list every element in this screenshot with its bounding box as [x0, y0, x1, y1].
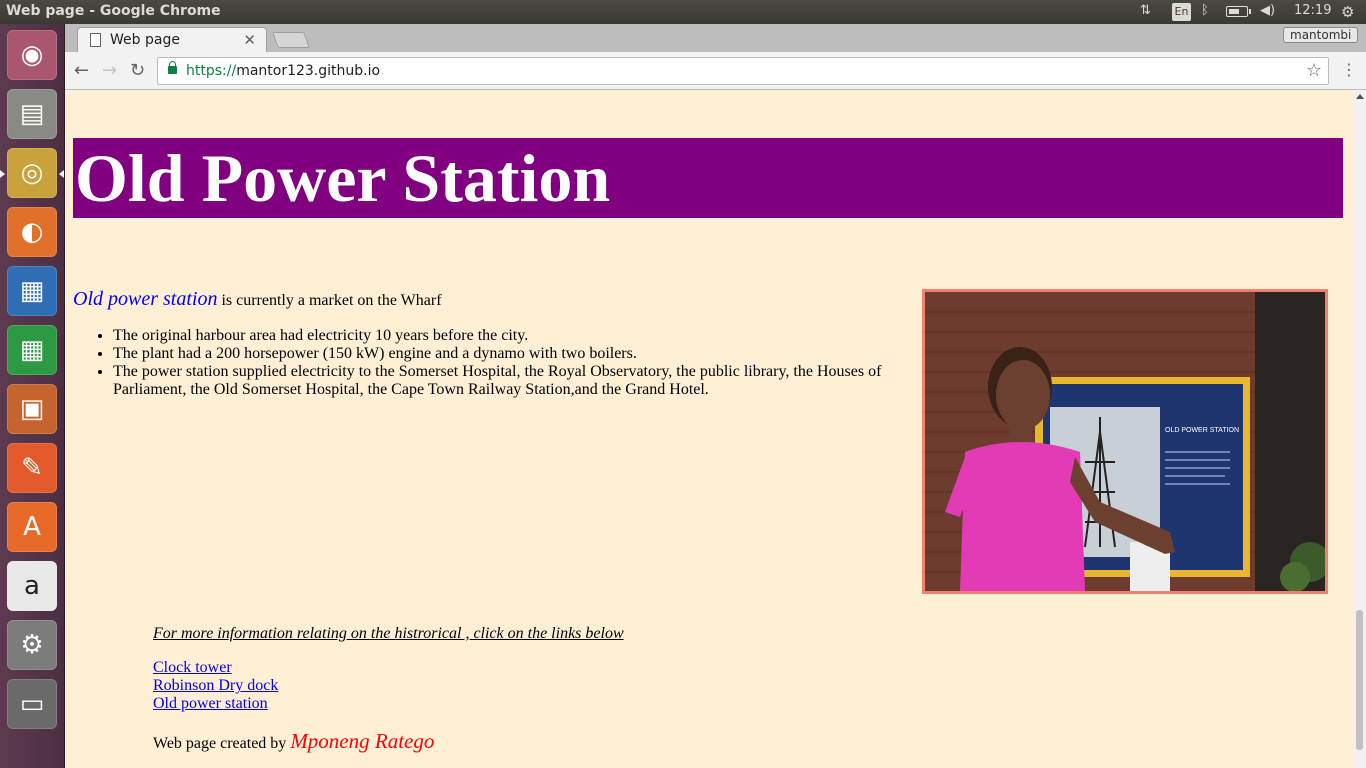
keyboard-layout-indicator[interactable]: En	[1172, 3, 1191, 21]
scroll-up-arrow-icon[interactable]	[1356, 94, 1364, 99]
secure-lock-icon[interactable]	[168, 61, 177, 74]
profile-button[interactable]: mantombi	[1283, 27, 1359, 43]
reload-icon[interactable]: ↻	[130, 60, 145, 81]
files-icon[interactable]: ▤	[7, 89, 57, 139]
photo-woman-at-power-station-sign: OLD POWER STATION	[922, 289, 1328, 594]
system-settings-icon[interactable]: ⚙	[7, 620, 57, 670]
sign-title: OLD POWER STATION	[1165, 427, 1239, 434]
close-tab-icon[interactable]: ✕	[243, 31, 256, 49]
bluetooth-icon[interactable]: ᛒ	[1201, 3, 1209, 18]
network-transfer-icon[interactable]: ⇅	[1140, 3, 1151, 18]
page-credit: Web page created by Mponeng Ratego	[153, 729, 434, 754]
bookmark-star-icon[interactable]: ☆	[1306, 60, 1322, 81]
credit-author: Mponeng Ratego	[290, 729, 435, 753]
unity-launcher: ◉ ▤ ◎ ◐ ▦ ▦ ▣ ✎ Aa ⚙ ▭	[0, 24, 65, 768]
browser-tab[interactable]: Web page ✕	[77, 27, 267, 53]
volume-icon[interactable]: ◀︎)	[1260, 3, 1275, 18]
impress-icon[interactable]: ▣	[7, 384, 57, 434]
url-text[interactable]: https://mantor123.github.io	[186, 63, 380, 79]
credit-prefix: Web page created by	[153, 735, 291, 752]
page-title: Old Power Station	[75, 140, 611, 216]
system-top-bar: Web page - Google Chrome ⇅ En ᛒ ◀︎) 12:1…	[0, 0, 1366, 24]
scrollbar-thumb[interactable]	[1356, 610, 1363, 750]
tab-title: Web page	[110, 32, 180, 48]
intro-paragraph: Old power station is currently a market …	[73, 288, 442, 311]
tab-strip: Web page ✕ mantombi	[65, 24, 1366, 53]
link-old-power-station[interactable]: Old power station	[153, 695, 278, 713]
pencil-app-icon[interactable]: ✎	[7, 443, 57, 493]
chrome-icon[interactable]: ◎	[0, 148, 64, 198]
battery-icon[interactable]	[1226, 6, 1251, 17]
address-bar[interactable]: https://mantor123.github.io ☆	[157, 57, 1329, 85]
forward-arrow-icon[interactable]: →	[102, 60, 117, 81]
more-info-text: For more information relating on the his…	[153, 625, 624, 642]
back-arrow-icon[interactable]: ←	[74, 60, 89, 81]
chrome-menu-icon[interactable]: ⋮	[1341, 60, 1357, 79]
list-item: The original harbour area had electricit…	[113, 327, 903, 345]
page-favicon-icon	[90, 33, 101, 47]
clock[interactable]: 12:19	[1294, 3, 1331, 18]
session-gear-icon[interactable]: ⚙	[1341, 3, 1354, 21]
firefox-icon[interactable]: ◐	[7, 207, 57, 257]
page-scrollbar[interactable]	[1353, 90, 1366, 768]
photo-illustration: OLD POWER STATION	[925, 292, 1325, 591]
web-page: Old Power Station Old power station is c…	[65, 90, 1353, 768]
link-clock-tower[interactable]: Clock tower	[153, 659, 278, 677]
writer-icon[interactable]: ▦	[7, 266, 57, 316]
list-item: The plant had a 200 horsepower (150 kW) …	[113, 345, 903, 363]
workspaces-icon[interactable]: ▭	[7, 679, 57, 729]
page-banner: Old Power Station	[73, 138, 1343, 218]
list-item: The power station supplied electricity t…	[113, 363, 903, 399]
new-tab-button[interactable]	[272, 32, 310, 48]
amazon-icon[interactable]: a	[7, 561, 57, 611]
facts-list: The original harbour area had electricit…	[113, 327, 903, 399]
intro-text: is currently a market on the Wharf	[217, 292, 442, 309]
intro-emphasis: Old power station	[73, 288, 218, 310]
link-robinson-dry-dock[interactable]: Robinson Dry dock	[153, 677, 278, 695]
browser-toolbar: ← → ↻ https://mantor123.github.io ☆ ⋮	[65, 52, 1366, 90]
related-links: Clock tower Robinson Dry dock Old power …	[153, 659, 278, 713]
calc-icon[interactable]: ▦	[7, 325, 57, 375]
software-center-icon[interactable]: A	[7, 502, 57, 552]
window-title: Web page - Google Chrome	[6, 3, 221, 19]
ubuntu-dash-icon[interactable]: ◉	[7, 30, 57, 80]
browser-chrome: Web page ✕ mantombi ← → ↻ https://mantor…	[65, 24, 1366, 90]
